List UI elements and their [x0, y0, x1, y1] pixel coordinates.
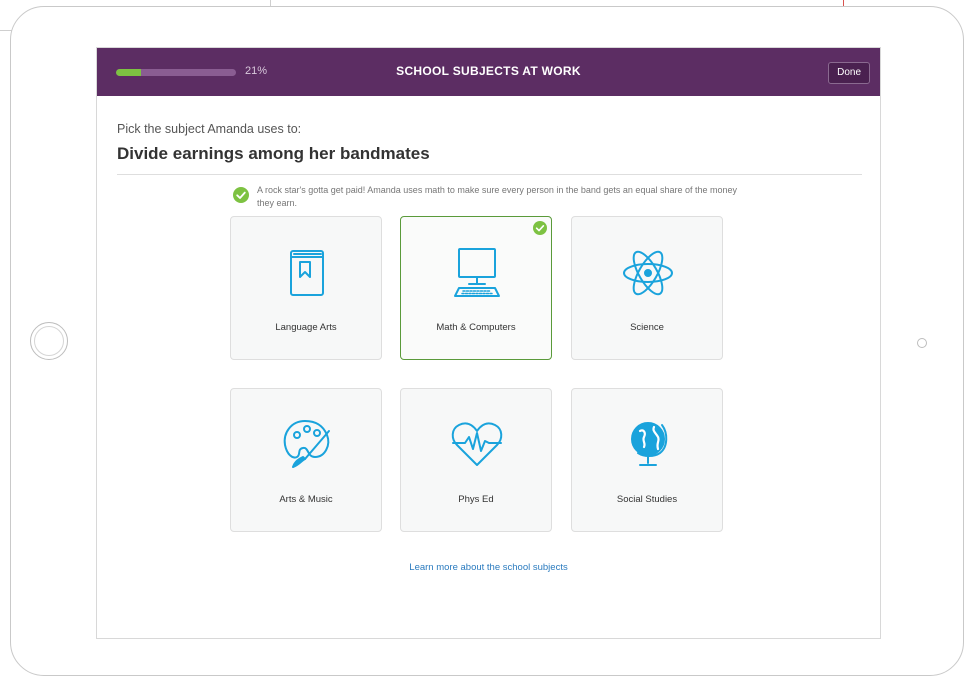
atom-icon — [618, 241, 678, 301]
subject-card-language-arts[interactable]: Language Arts — [230, 216, 382, 360]
subject-card-math-computers[interactable]: Math & Computers — [400, 216, 552, 360]
book-icon — [277, 241, 337, 301]
home-button[interactable] — [30, 322, 68, 360]
palette-icon — [277, 413, 337, 473]
subject-label: Arts & Music — [279, 494, 333, 505]
selected-check-icon — [533, 221, 547, 235]
app-screen: 21% SCHOOL SUBJECTS AT WORK Done Pick th… — [96, 47, 881, 639]
page-title: SCHOOL SUBJECTS AT WORK — [396, 64, 581, 78]
learn-more-link[interactable]: Learn more about the school subjects — [97, 562, 880, 573]
heartbeat-icon — [447, 413, 507, 473]
subject-label: Phys Ed — [458, 494, 494, 505]
question-heading: Divide earnings among her bandmates — [117, 144, 430, 163]
divider — [117, 174, 862, 175]
computer-icon — [447, 241, 507, 301]
subject-card-phys-ed[interactable]: Phys Ed — [400, 388, 552, 532]
check-icon — [233, 187, 249, 203]
question-prompt: Pick the subject Amanda uses to: — [117, 122, 302, 136]
subject-card-arts-music[interactable]: Arts & Music — [230, 388, 382, 532]
top-bar: 21% SCHOOL SUBJECTS AT WORK Done — [97, 48, 880, 96]
subject-label: Math & Computers — [436, 322, 516, 333]
camera-dot — [917, 338, 927, 348]
subject-card-science[interactable]: Science — [571, 216, 723, 360]
subject-label: Science — [630, 322, 664, 333]
feedback-text: A rock star's gotta get paid! Amanda use… — [257, 185, 738, 208]
globe-icon — [618, 413, 678, 473]
subject-label: Language Arts — [275, 322, 337, 333]
subject-label: Social Studies — [616, 494, 678, 505]
done-button[interactable]: Done — [828, 62, 870, 84]
subject-card-social-studies[interactable]: Social Studies — [571, 388, 723, 532]
